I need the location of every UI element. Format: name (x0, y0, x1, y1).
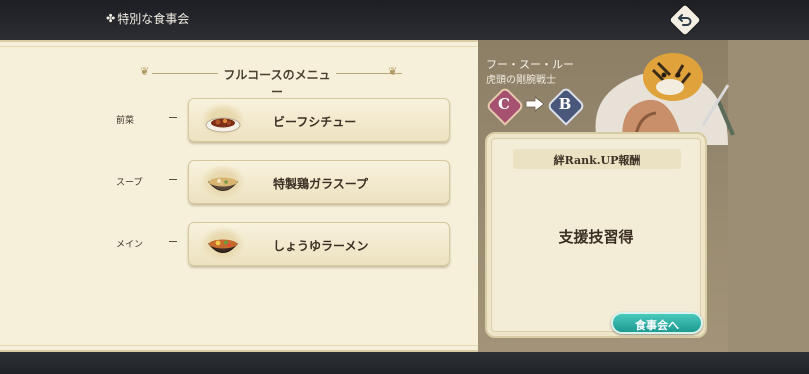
menu-heading-text: フルコースのメニュー (223, 68, 331, 99)
character-title: 虎頭の剛腕戦士 (486, 75, 556, 86)
rank-reward-card: 絆Rank.UP報酬 支援技習得 (485, 132, 707, 338)
heading-rule-left (152, 73, 218, 74)
go-to-dinner-label: 食事会へ (635, 319, 679, 332)
right-arrow-icon (525, 96, 545, 112)
tiger-warrior-portrait (595, 53, 735, 145)
menu-heading: ❦ フルコースのメニュー ❦ (138, 64, 402, 99)
dish-name: ビーフシチュー (273, 115, 357, 129)
heading-ornament-right-icon: ❦ (388, 65, 398, 78)
ramen-icon (201, 227, 245, 261)
course-dash (169, 241, 177, 242)
course-label: メイン (116, 240, 144, 250)
course-label: スープ (116, 178, 143, 188)
dish-card-appetizer[interactable]: ビーフシチュー (188, 98, 450, 142)
course-row-appetizer: 前菜 ビーフシチュー (0, 96, 478, 144)
character-name: フー・スー・ルー (486, 58, 574, 71)
dish-card-main[interactable]: しょうゆラーメン (188, 222, 450, 266)
course-dash (169, 117, 177, 118)
return-arrow-icon (678, 14, 692, 26)
rank-to-badge: B (546, 86, 586, 126)
dish-name: 特製鶏ガラスープ (273, 177, 369, 191)
dish-name: しょうゆラーメン (273, 239, 369, 253)
full-course-menu-panel: ❦ フルコースのメニュー ❦ 前菜 ビーフシチュー スープ 特製鶏ガラスープ メ… (0, 40, 478, 352)
bottom-strip (0, 352, 809, 374)
rank-from-badge: C (485, 86, 525, 126)
back-button[interactable] (669, 4, 701, 36)
go-to-dinner-button[interactable]: 食事会へ (611, 312, 703, 334)
rank-from-letter: C (498, 95, 510, 113)
beef-stew-icon (201, 103, 245, 137)
screen-title: ✤ 特別な食事会 (106, 10, 189, 27)
heading-ornament-left-icon: ❦ (140, 65, 150, 78)
reward-header-text: 絆Rank.UP報酬 (553, 154, 641, 167)
chicken-soup-icon (201, 165, 245, 199)
screen-title-text: 特別な食事会 (117, 12, 190, 26)
rank-to-letter: B (558, 95, 572, 113)
dish-card-soup[interactable]: 特製鶏ガラスープ (188, 160, 450, 204)
course-row-soup: スープ 特製鶏ガラスープ (0, 158, 478, 206)
course-dash (169, 179, 177, 180)
reward-header: 絆Rank.UP報酬 (513, 149, 681, 169)
course-row-main: メイン しょうゆラーメン (0, 220, 478, 268)
course-label: 前菜 (116, 116, 135, 126)
clover-ornament-icon: ✤ (106, 12, 116, 25)
reward-skill-text: 支援技習得 (558, 228, 634, 246)
